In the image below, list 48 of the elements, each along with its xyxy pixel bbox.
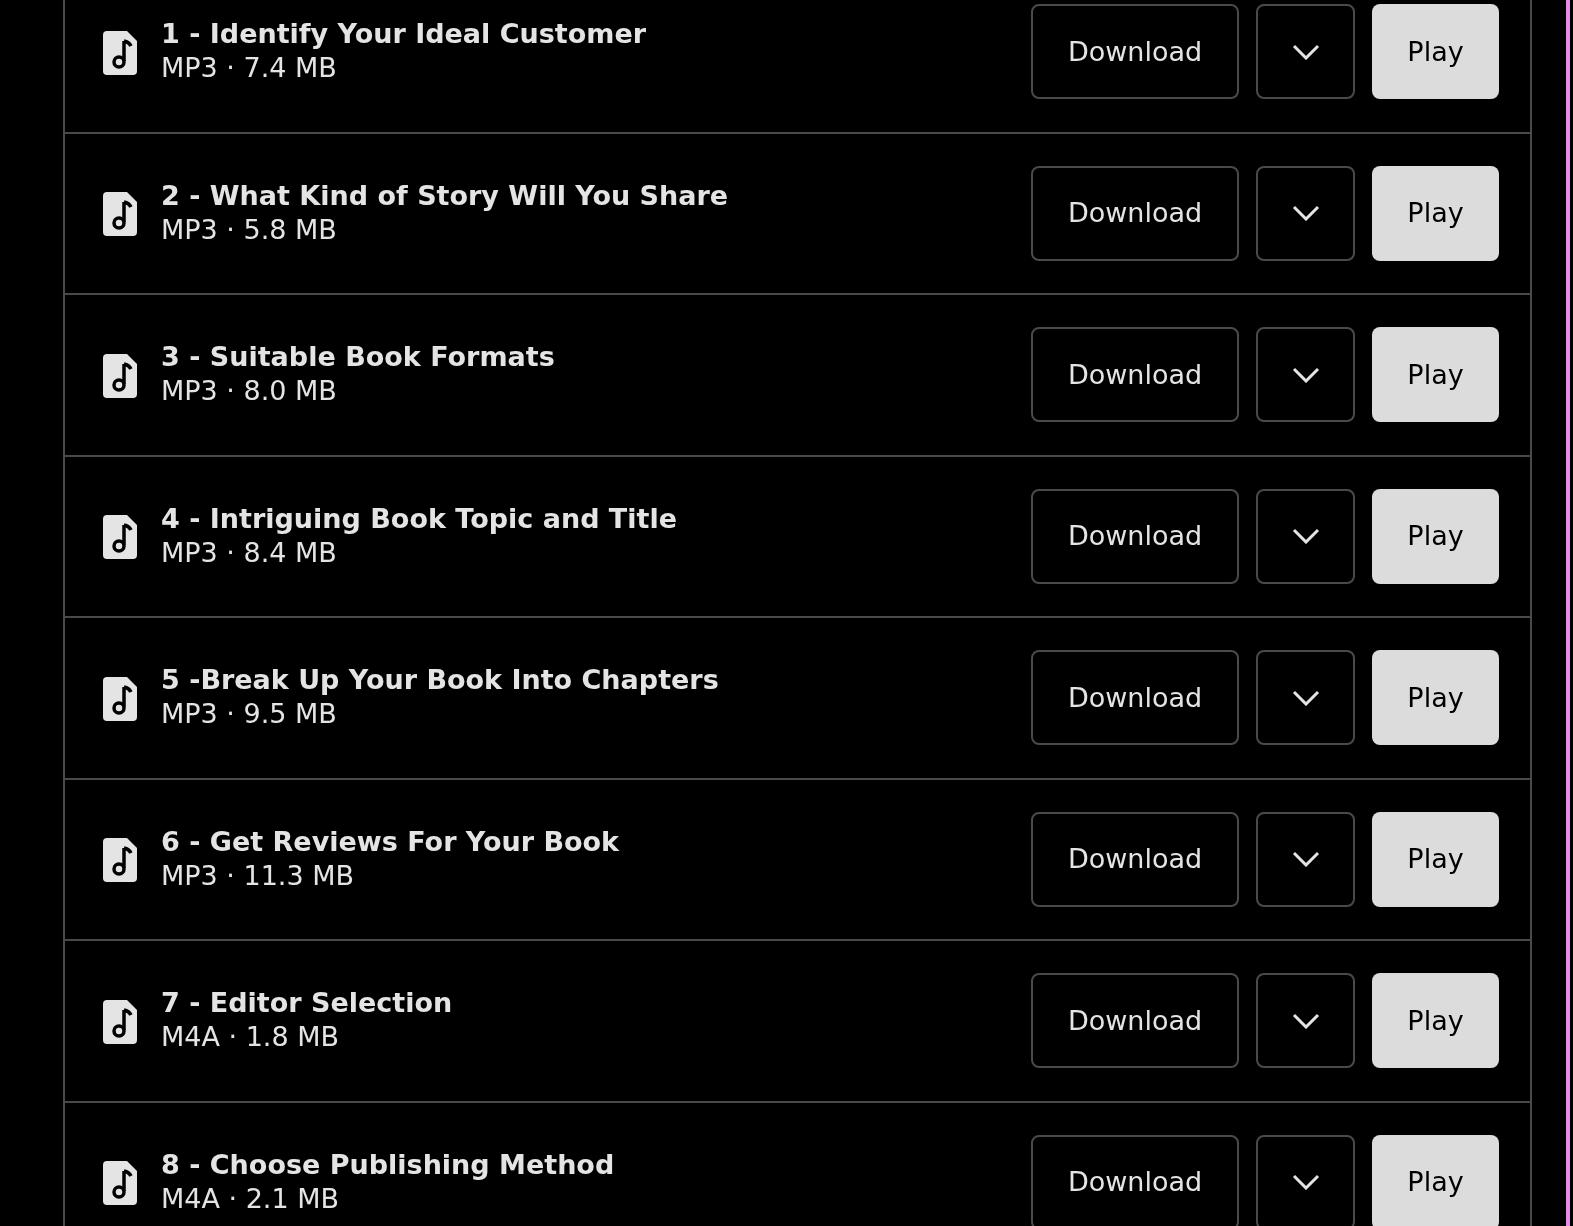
dropdown-button[interactable] <box>1256 165 1355 261</box>
play-button[interactable]: Play <box>1372 165 1499 261</box>
download-button[interactable]: Download <box>1031 650 1239 746</box>
track-title: 6 - Get Reviews For Your Book <box>161 825 621 858</box>
chevron-down-icon <box>1291 1012 1320 1029</box>
chevron-down-icon <box>1291 205 1320 222</box>
download-button[interactable]: Download <box>1031 811 1239 907</box>
dropdown-button[interactable] <box>1256 4 1355 100</box>
dropdown-button[interactable] <box>1256 1134 1355 1226</box>
dropdown-button[interactable] <box>1256 811 1355 907</box>
dropdown-button[interactable] <box>1256 327 1355 423</box>
chevron-down-icon <box>1291 366 1320 383</box>
chevron-down-icon <box>1291 43 1320 60</box>
dropdown-button[interactable] <box>1256 973 1355 1069</box>
download-button[interactable]: Download <box>1031 4 1239 100</box>
play-button[interactable]: Play <box>1372 1134 1499 1226</box>
file-info: MP3 · 9.5 MB <box>161 697 338 732</box>
track-title: 5 -Break Up Your Book Into Chapters <box>161 664 720 697</box>
file-info: MP3 · 7.4 MB <box>161 51 338 86</box>
play-button[interactable]: Play <box>1372 488 1499 584</box>
file-info: M4A · 1.8 MB <box>161 1020 341 1055</box>
chevron-down-icon <box>1291 851 1320 868</box>
track-title: 2 - What Kind of Story Will You Share <box>161 179 730 212</box>
play-button[interactable]: Play <box>1372 811 1499 907</box>
download-button[interactable]: Download <box>1031 973 1239 1069</box>
download-button[interactable]: Download <box>1031 327 1239 423</box>
file-info: MP3 · 5.8 MB <box>161 212 338 247</box>
file-info: MP3 · 8.0 MB <box>161 374 338 409</box>
file-info: MP3 · 8.4 MB <box>161 535 338 570</box>
play-button[interactable]: Play <box>1372 650 1499 746</box>
dropdown-button[interactable] <box>1256 488 1355 584</box>
track-title: 3 - Suitable Book Formats <box>161 341 556 374</box>
download-button[interactable]: Download <box>1031 165 1239 261</box>
track-title: 7 - Editor Selection <box>161 987 454 1020</box>
track-title: 8 - Choose Publishing Method <box>161 1148 616 1181</box>
chevron-down-icon <box>1291 528 1320 545</box>
chevron-down-icon <box>1291 1174 1320 1191</box>
play-button[interactable]: Play <box>1372 973 1499 1069</box>
download-button[interactable]: Download <box>1031 488 1239 584</box>
file-info: MP3 · 11.3 MB <box>161 858 356 893</box>
dropdown-button[interactable] <box>1256 650 1355 746</box>
chevron-down-icon <box>1291 689 1320 706</box>
play-button[interactable]: Play <box>1372 327 1499 423</box>
track-title: 4 - Intriguing Book Topic and Title <box>161 502 678 535</box>
play-button[interactable]: Play <box>1372 4 1499 100</box>
download-button[interactable]: Download <box>1031 1134 1239 1226</box>
track-title: 1 - Identify Your Ideal Customer <box>161 18 648 51</box>
file-info: M4A · 2.1 MB <box>161 1181 341 1216</box>
